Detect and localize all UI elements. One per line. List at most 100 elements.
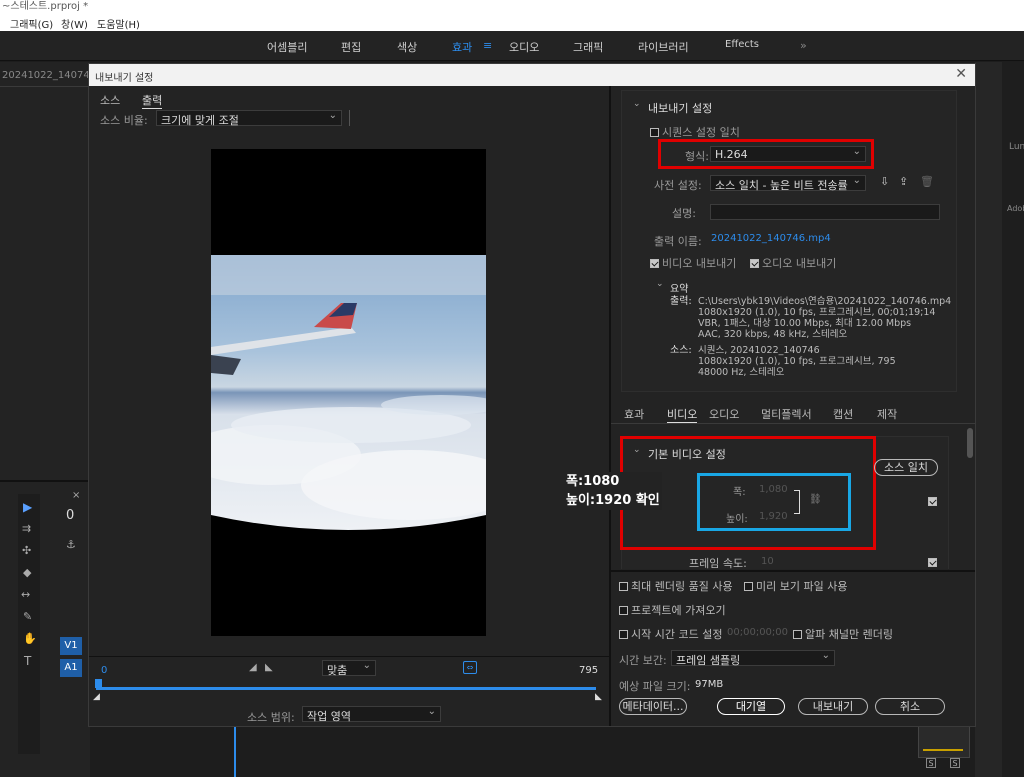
start-timecode-checkbox[interactable]: 시작 시간 코드 설정 bbox=[619, 626, 722, 642]
track-select-tool-icon[interactable]: ⇉ bbox=[22, 522, 31, 535]
output-name-link[interactable]: 20241022_140746.mp4 bbox=[711, 233, 831, 244]
trash-icon[interactable]: 🗑 bbox=[920, 175, 934, 188]
preset-dropdown[interactable]: 소스 일치 - 높은 비트 전송률 ⌄ bbox=[710, 175, 866, 192]
preview-image bbox=[211, 255, 486, 530]
fit-dropdown[interactable]: 맞춤 ⌄ bbox=[322, 660, 376, 677]
workspace-tab-assembly[interactable]: 어셈블리 bbox=[267, 39, 307, 55]
divider bbox=[0, 480, 90, 482]
scrollbar-thumb[interactable] bbox=[967, 428, 973, 458]
workspace-tab-editing[interactable]: 편집 bbox=[341, 39, 361, 55]
max-render-quality-checkbox[interactable]: 최대 렌더링 품질 사용 bbox=[619, 578, 733, 594]
track-a1-target[interactable]: A1 bbox=[60, 659, 82, 677]
tab-captions[interactable]: 캡션 bbox=[833, 406, 853, 422]
source-scale-value: 크기에 맞게 조절 bbox=[161, 114, 239, 127]
tab-output[interactable]: 출력 bbox=[142, 92, 163, 109]
tab-audio[interactable]: 오디오 bbox=[709, 406, 739, 422]
slip-tool-icon[interactable]: ↔ bbox=[21, 588, 30, 601]
workspace-tab-audio[interactable]: 오디오 bbox=[509, 39, 539, 55]
ripple-edit-tool-icon[interactable]: ✣ bbox=[22, 544, 31, 557]
tab-source[interactable]: 소스 bbox=[100, 92, 120, 108]
chevron-right-icon[interactable]: » bbox=[800, 39, 807, 52]
tab-video[interactable]: 비디오 bbox=[667, 406, 698, 423]
format-dropdown[interactable]: H.264 ⌄ bbox=[710, 146, 866, 162]
meter-level bbox=[923, 749, 963, 751]
match-source-button[interactable]: 소스 일치 bbox=[874, 459, 938, 476]
tab-multiplexer[interactable]: 멀티플렉서 bbox=[761, 406, 812, 422]
tab-publish[interactable]: 제작 bbox=[877, 406, 897, 422]
chevron-down-icon: ⌄ bbox=[852, 175, 861, 186]
solo-button[interactable]: S bbox=[950, 758, 960, 768]
panel-label-adobe[interactable]: Adob bbox=[1007, 204, 1024, 213]
source-range-value: 작업 영역 bbox=[307, 710, 351, 723]
workspace-tab-color[interactable]: 색상 bbox=[397, 39, 417, 55]
close-icon[interactable]: × bbox=[72, 490, 80, 501]
file-size-value: 97MB bbox=[695, 679, 724, 690]
export-audio-checkbox[interactable]: 오디오 내보내기 bbox=[750, 255, 836, 271]
dialog-title-bar: 내보내기 설정 ✕ bbox=[89, 64, 975, 86]
workspace-menu-icon[interactable]: ≡ bbox=[483, 39, 492, 52]
playhead-line[interactable] bbox=[234, 727, 236, 777]
start-timecode-value[interactable]: 00;00;00;00 bbox=[727, 627, 788, 638]
chevron-down-icon: ⌄ bbox=[821, 650, 830, 661]
out-handle-icon[interactable]: ◣ bbox=[595, 692, 602, 702]
playhead-handle[interactable] bbox=[95, 679, 102, 688]
close-icon[interactable]: ✕ bbox=[955, 66, 967, 82]
workspace-tab-effects-en[interactable]: Effects bbox=[725, 39, 759, 50]
workspace-tab-libraries[interactable]: 라이브러리 bbox=[638, 39, 689, 55]
match-sequence-checkbox[interactable]: 시퀀스 설정 일치 bbox=[650, 124, 740, 140]
source-scale-dropdown[interactable]: 크기에 맞게 조절 ⌄ bbox=[156, 110, 342, 127]
queue-button[interactable]: 대기열 bbox=[717, 698, 785, 715]
menu-help[interactable]: 도움말(H) bbox=[97, 16, 140, 31]
menu-window[interactable]: 창(W) bbox=[61, 16, 88, 31]
in-handle-icon[interactable]: ◢ bbox=[93, 692, 100, 702]
frame-rate-checkbox[interactable] bbox=[928, 556, 940, 569]
use-previews-label: 미리 보기 파일 사용 bbox=[756, 580, 848, 593]
hand-tool-icon[interactable]: ✋ bbox=[23, 632, 37, 645]
workspace-tab-effects[interactable]: 효과 bbox=[452, 39, 472, 55]
export-video-checkbox[interactable]: 비디오 내보내기 bbox=[650, 255, 736, 271]
tab-effects[interactable]: 효과 bbox=[624, 406, 644, 422]
solo-button[interactable]: S bbox=[926, 758, 936, 768]
import-into-project-checkbox[interactable]: 프로젝트에 가져오기 bbox=[619, 602, 726, 618]
menu-graphics[interactable]: 그래픽(G) bbox=[10, 16, 53, 31]
width-value[interactable]: 1,080 bbox=[759, 484, 788, 495]
type-tool-icon[interactable]: T bbox=[24, 654, 31, 668]
import-preset-icon[interactable]: ⇪ bbox=[899, 175, 908, 188]
collapse-icon[interactable]: ⌄ bbox=[656, 279, 664, 289]
comment-input[interactable] bbox=[710, 204, 940, 220]
width-label: 폭: bbox=[733, 487, 746, 498]
summary-output-line: AAC, 320 kbps, 48 kHz, 스테레오 bbox=[698, 329, 848, 340]
aspect-ratio-icon[interactable]: ⇔ bbox=[463, 661, 477, 674]
timecode-display: 0 bbox=[66, 508, 75, 523]
step-back-icon[interactable]: ◢ bbox=[249, 662, 257, 673]
render-alpha-checkbox[interactable]: 알파 채널만 렌더링 bbox=[793, 626, 893, 642]
step-forward-icon[interactable]: ◣ bbox=[265, 662, 273, 673]
cancel-button[interactable]: 취소 bbox=[875, 698, 945, 715]
use-previews-checkbox[interactable]: 미리 보기 파일 사용 bbox=[744, 578, 847, 594]
metadata-button[interactable]: 메타데이터... bbox=[619, 698, 687, 715]
source-range-dropdown[interactable]: 작업 영역 ⌄ bbox=[302, 706, 441, 723]
selection-tool-icon[interactable]: ▶ bbox=[23, 500, 32, 514]
chevron-down-icon: ⌄ bbox=[362, 660, 371, 671]
dialog-title: 내보내기 설정 bbox=[95, 73, 154, 84]
pen-tool-icon[interactable]: ✎ bbox=[23, 610, 32, 623]
save-preset-icon[interactable]: ⇩ bbox=[880, 175, 889, 188]
export-button[interactable]: 내보내기 bbox=[798, 698, 868, 715]
panel-label-lumetri[interactable]: Lun bbox=[1009, 142, 1024, 152]
match-sequence-label: 시퀀스 설정 일치 bbox=[662, 126, 740, 139]
collapse-icon[interactable]: ⌄ bbox=[633, 445, 641, 455]
collapse-icon[interactable]: ⌄ bbox=[633, 99, 641, 109]
width-checkbox[interactable] bbox=[928, 495, 940, 508]
link-icon[interactable]: ⛓ bbox=[809, 494, 822, 505]
workspace-tab-graphics[interactable]: 그래픽 bbox=[573, 39, 603, 55]
track-v1-target[interactable]: V1 bbox=[60, 637, 82, 655]
work-area-bar[interactable] bbox=[96, 687, 596, 690]
summary-output-label: 출력: bbox=[670, 296, 692, 307]
frame-rate-value[interactable]: 10 bbox=[761, 556, 774, 567]
height-value[interactable]: 1,920 bbox=[759, 511, 788, 522]
snap-icon[interactable]: ⚓ bbox=[66, 538, 76, 551]
output-name-label: 출력 이름: bbox=[654, 235, 702, 248]
chevron-down-icon: ⌄ bbox=[328, 110, 337, 121]
razor-tool-icon[interactable]: ◆ bbox=[23, 566, 31, 579]
time-interpolation-dropdown[interactable]: 프레임 샘플링 ⌄ bbox=[671, 650, 835, 667]
